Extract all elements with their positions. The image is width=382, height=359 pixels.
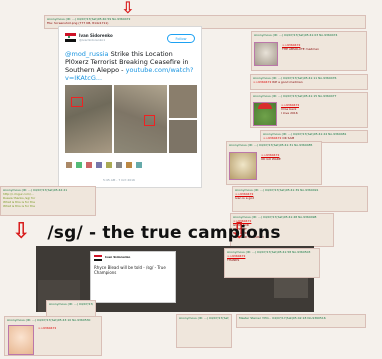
post-header: Anonymous (ID: ...) 04/07/17(Sat)05:43:1… — [7, 318, 91, 322]
avatar[interactable] — [95, 161, 103, 169]
tweet-embed-2: Ivan Sidorenko Rhyce Blead will be told … — [90, 251, 176, 303]
tweet-author-handle[interactable]: @IvanSidorenko1 — [79, 38, 105, 42]
left-post: Anonymous (ID: ...) 04/07/17(Sat)05:42:2… — [0, 186, 96, 216]
post-text: OK SAM — [282, 136, 295, 140]
post-text: THANKS — [227, 258, 240, 262]
cat-image-thumb[interactable] — [229, 152, 257, 180]
reply-post: Anonymous (ID: ...) 04/07/17(Sat)05:41:5… — [224, 248, 320, 278]
post-header: Anonymous (ID: ...) 04/07/17(Sat)05:42:0… — [49, 302, 93, 306]
aerial-photo-4[interactable] — [169, 120, 197, 153]
post-text: OK GO WARE — [261, 157, 281, 161]
avatar[interactable] — [105, 161, 113, 169]
post-body: >>9360472 — [38, 326, 56, 330]
post-body: http://i.imgur.com/... Russia thanks /sg… — [3, 192, 93, 208]
avatar[interactable] — [115, 161, 123, 169]
quote-link[interactable]: >>9360472 — [263, 136, 281, 140]
reply-post: Anonymous (ID: ...) 04/07/17(Sat)05:41:3… — [232, 186, 368, 212]
screenshot-collage: ⇩ Anonymous (ID: ...) 04/07/17(Sat)05:40… — [0, 0, 382, 359]
post-body: >>9360472 Ill be back I love 2016 — [281, 103, 299, 115]
post-file[interactable]: File: Screenshot.png (777 KB, 814x1711) — [47, 21, 363, 25]
syria-flag-avatar — [65, 33, 76, 42]
reply-post: Anonymous (ID: ...) 04/07/17(Sat)05:41:1… — [250, 92, 368, 128]
syria-flag-avatar — [94, 255, 102, 261]
target-box — [71, 97, 83, 107]
quote-link[interactable]: >>9360472 — [38, 326, 56, 330]
tweet-embed: Ivan Sidorenko @IvanSidorenko1 Follow @m… — [58, 26, 202, 188]
tweet-mention[interactable]: @mod_russia — [65, 50, 109, 58]
anime-girl-thumb[interactable] — [8, 325, 34, 355]
post-body: >>9360472 OK GO WARE — [261, 153, 281, 161]
post-header: Anonymous (ID: ...) 04/07/17(Sat)05:41:0… — [254, 33, 338, 37]
tweet-timestamp[interactable]: 5:45 AM - 7 Oct 2016 — [103, 178, 135, 182]
cat-image-thumb[interactable] — [254, 42, 278, 66]
bottom-post: Anonymous (ID: ...) 04/07/17(Sat)05:43:1… — [4, 316, 102, 356]
follow-button[interactable]: Follow — [167, 34, 195, 43]
santa-hat — [258, 103, 272, 109]
avatar[interactable] — [85, 161, 93, 169]
tweet-text: Rhyce Blead will be told - /sg/ - True C… — [94, 265, 166, 275]
top-post-file-text[interactable]: File: Screenshot.png (777 KB, 814x1711) — [47, 21, 108, 25]
tweet-photo-grid[interactable] — [65, 85, 197, 153]
reply-post: Anonymous (ID: ...) 04/07/17(Sat)05:41:0… — [251, 31, 367, 71]
tweet-likers — [65, 161, 197, 171]
post-header: Anonymous (ID: ...) 04/07/17(Sat)05:42:1… — [179, 316, 229, 320]
tweet-header: Ivan Sidorenko @IvanSidorenko1 Follow — [65, 33, 195, 47]
aerial-photo-3[interactable] — [169, 85, 197, 118]
post-body: >>9360472 THANKS — [227, 254, 317, 262]
avatar[interactable] — [135, 161, 143, 169]
quote-link[interactable]: >>9360472 — [253, 80, 271, 84]
aerial-photo-2[interactable] — [114, 85, 168, 153]
target-box — [144, 115, 156, 126]
follow-button-label: Follow — [175, 37, 187, 41]
post-body: >>9360472 THE ABSOLUTE madmen — [282, 43, 319, 51]
post-text: THE ABSOLUTE madmen — [282, 47, 319, 51]
post-text: RIP a good madman — [272, 80, 303, 84]
headline-caption: /sg/ - the true campions — [47, 223, 281, 243]
reply-post: Anonymous (ID: ...) 04/07/17(Sat)05:41:3… — [226, 141, 322, 185]
avatar[interactable] — [125, 161, 133, 169]
post-text: Ivan is a god — [235, 196, 255, 200]
avatar[interactable] — [65, 161, 73, 169]
post-body: >>9360472 Ivan is a god — [235, 192, 365, 200]
photo-column — [169, 85, 197, 153]
reply-post: Anonymous (ID: ...) 04/07/17(Sat)05:42:1… — [176, 314, 232, 348]
post-body: >>9360472 OK SAM — [263, 136, 365, 140]
post-text: Ill be back I love 2016 — [281, 107, 298, 115]
post-header: Anonymous (ID: ...) 04/07/17(Sat)05:41:3… — [229, 143, 313, 147]
tweet-text: @mod_russia Strike this Location Pl0xerz… — [65, 50, 195, 82]
post-header: Master Steiner !!PO... 04/07/17(Sat)05:4… — [239, 316, 326, 320]
post-header: Anonymous (ID: ...) 04/07/17(Sat)05:41:1… — [253, 94, 337, 98]
reply-post: Master Steiner !!PO... 04/07/17(Sat)05:4… — [236, 314, 366, 328]
post-text: http://i.imgur.com/... Russia thanks /sg… — [3, 192, 36, 208]
pepe-image-thumb[interactable] — [253, 102, 277, 126]
tweet-author-name[interactable]: Ivan Sidorenko — [105, 255, 172, 259]
post-body: >>9360472 RIP a good madman — [253, 80, 365, 84]
avatar[interactable] — [75, 161, 83, 169]
reply-post: Anonymous (ID: ...) 04/07/17(Sat)05:41:1… — [250, 74, 368, 90]
aerial-photo-1[interactable] — [65, 85, 113, 153]
red-arrow-left: ⇩ — [12, 219, 31, 244]
